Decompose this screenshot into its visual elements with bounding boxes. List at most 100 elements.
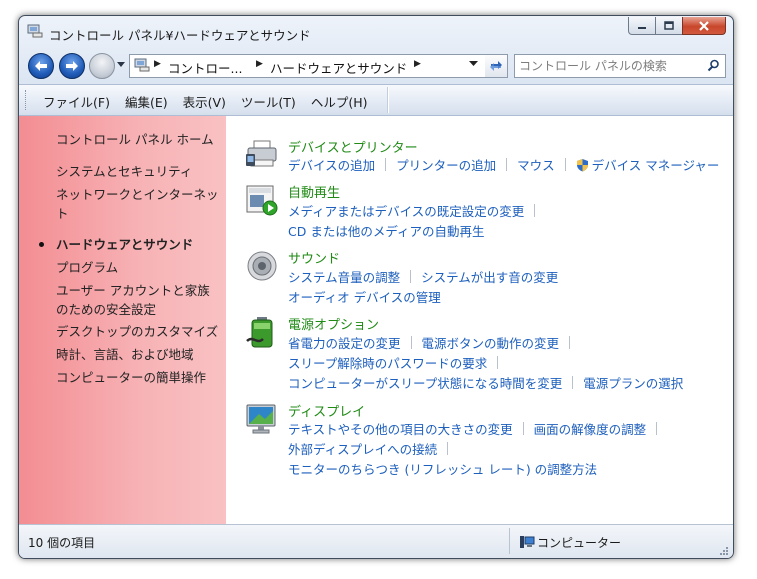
task-row: CD または他のメディアの自動再生	[288, 221, 484, 240]
sidebar-item-control-panel-home[interactable]: コントロール パネル ホーム	[56, 130, 221, 149]
task-choose-power-plan[interactable]: 電源プランの選択	[583, 373, 683, 392]
menu-file[interactable]: ファイル(F)	[43, 92, 110, 111]
separator	[656, 422, 658, 435]
separator	[506, 158, 508, 171]
task-change-text-size[interactable]: テキストやその他の項目の大きさの変更	[288, 419, 513, 438]
window-title: コントロール パネル¥ハードウェアとサウンド	[49, 28, 311, 43]
task-device-manager[interactable]: デバイス マネージャー	[592, 155, 720, 174]
task-manage-audio-devices[interactable]: オーディオ デバイスの管理	[288, 287, 441, 306]
autoplay-icon[interactable]	[245, 183, 279, 217]
item-count: 10 個の項目	[28, 536, 96, 550]
forward-button[interactable]	[59, 53, 85, 79]
category-devices-printers[interactable]: デバイスとプリンター	[288, 137, 418, 156]
menu-tools[interactable]: ツール(T)	[241, 92, 296, 111]
devices-printers-icon[interactable]	[245, 137, 279, 171]
category-autoplay[interactable]: 自動再生	[288, 182, 340, 201]
task-row: コンピューターがスリープ状態になる時間を変更 電源プランの選択	[288, 373, 683, 392]
task-change-power-buttons[interactable]: 電源ボタンの動作の変更	[422, 333, 560, 352]
task-change-default-media[interactable]: メディアまたはデバイスの既定設定の変更	[288, 201, 524, 220]
sidebar-item-network-internet[interactable]: ネットワークとインターネット	[56, 185, 221, 223]
menu-bar-end	[387, 87, 389, 113]
menu-edit[interactable]: 編集(E)	[125, 92, 168, 111]
separator	[447, 442, 449, 455]
search-icon[interactable]	[707, 59, 720, 72]
search-box[interactable]	[514, 54, 726, 78]
task-change-system-sounds[interactable]: システムが出す音の変更	[421, 267, 558, 286]
recent-pages-button[interactable]	[89, 53, 115, 79]
menu-grip	[25, 90, 29, 110]
task-add-device[interactable]: デバイスの追加	[288, 155, 375, 174]
maximize-button[interactable]	[655, 17, 683, 35]
separator	[385, 158, 387, 171]
task-row: オーディオ デバイスの管理	[288, 287, 441, 306]
refresh-icon	[490, 61, 502, 71]
recent-pages-dropdown-icon[interactable]	[117, 62, 125, 68]
sidebar-item-programs[interactable]: プログラム	[56, 258, 221, 277]
task-mouse[interactable]: マウス	[517, 155, 555, 174]
explorer-window: コントロール パネル¥ハードウェアとサウンド ▶ コントロー... ▶ ハードウ…	[18, 15, 734, 559]
forward-arrow-icon	[66, 61, 78, 71]
task-row: 省電力の設定の変更 電源ボタンの動作の変更	[288, 333, 580, 352]
separator	[410, 336, 412, 349]
separator	[564, 158, 566, 171]
sidebar-item-system-security[interactable]: システムとセキュリティ	[56, 162, 221, 181]
sidebar-item-appearance[interactable]: デスクトップのカスタマイズ	[56, 322, 221, 341]
minimize-button[interactable]	[628, 17, 656, 35]
task-refresh-rate[interactable]: モニターのちらつき (リフレッシュ レート) の調整方法	[288, 459, 597, 478]
display-icon[interactable]	[245, 402, 279, 436]
breadcrumb-hardware-sound[interactable]: ハードウェアとサウンド	[270, 58, 407, 77]
close-button[interactable]	[682, 17, 726, 35]
task-adjust-volume[interactable]: システム音量の調整	[288, 267, 400, 286]
sidebar-item-hardware-sound: ハードウェアとサウンド	[56, 237, 194, 252]
breadcrumb-control-panel[interactable]: コントロー...	[168, 58, 242, 77]
title-bar[interactable]: コントロール パネル¥ハードウェアとサウンド	[19, 16, 733, 48]
separator	[569, 336, 571, 349]
status-bar: 10 個の項目 コンピューター	[19, 524, 733, 558]
sidebar-item-ease-of-access[interactable]: コンピューターの簡単操作	[56, 368, 221, 387]
minimize-icon	[638, 26, 646, 29]
maximize-icon	[664, 21, 674, 30]
task-add-printer[interactable]: プリンターの追加	[396, 155, 496, 174]
task-autoplay-cd[interactable]: CD または他のメディアの自動再生	[288, 221, 484, 240]
task-row: メディアまたはデバイスの既定設定の変更	[288, 201, 545, 220]
category-sound[interactable]: サウンド	[288, 248, 340, 267]
refresh-button[interactable]	[485, 54, 508, 78]
breadcrumb-separator-icon[interactable]: ▶	[154, 59, 161, 69]
task-adjust-resolution[interactable]: 画面の解像度の調整	[534, 419, 647, 438]
caption-buttons	[628, 17, 726, 35]
search-input[interactable]	[517, 56, 701, 76]
menu-view[interactable]: 表示(V)	[183, 92, 226, 111]
task-row: テキストやその他の項目の大きさの変更 画面の解像度の調整	[288, 419, 667, 438]
separator	[410, 270, 412, 283]
speaker-icon[interactable]	[245, 249, 279, 283]
task-require-password-wake[interactable]: スリープ解除時のパスワードの要求	[288, 353, 487, 372]
breadcrumb-separator-icon[interactable]: ▶	[414, 59, 421, 69]
status-divider	[509, 528, 510, 554]
control-panel-icon	[27, 24, 43, 38]
uac-shield-icon	[576, 158, 588, 171]
separator	[534, 204, 536, 217]
back-button[interactable]	[28, 53, 54, 79]
breadcrumb-separator-icon[interactable]: ▶	[256, 59, 263, 69]
menu-help[interactable]: ヘルプ(H)	[311, 92, 368, 111]
content-area: コントロール パネル ホーム システムとセキュリティ ネットワークとインターネッ…	[19, 116, 733, 524]
menu-bar: ファイル(F) 編集(E) 表示(V) ツール(T) ヘルプ(H)	[19, 84, 733, 116]
sidebar-item-user-accounts[interactable]: ユーザー アカウントと家族のための安全設定	[56, 281, 221, 319]
category-display[interactable]: ディスプレイ	[288, 401, 365, 420]
task-connect-external-display[interactable]: 外部ディスプレイへの接続	[288, 439, 437, 458]
status-location: コンピューター	[537, 536, 622, 550]
address-control-panel-icon	[134, 58, 150, 72]
sidebar: コントロール パネル ホーム システムとセキュリティ ネットワークとインターネッ…	[19, 116, 226, 524]
task-change-power-saving[interactable]: 省電力の設定の変更	[288, 333, 401, 352]
sidebar-item-clock-language[interactable]: 時計、言語、および地域	[56, 345, 221, 364]
address-bar[interactable]: ▶ コントロー... ▶ ハードウェアとサウンド ▶	[129, 54, 487, 78]
battery-icon[interactable]	[245, 315, 279, 349]
category-power-options[interactable]: 電源オプション	[288, 314, 379, 333]
separator	[522, 422, 524, 435]
resize-grip-icon[interactable]	[719, 546, 729, 556]
back-arrow-icon	[35, 61, 47, 71]
task-row: デバイスの追加 プリンターの追加 マウス デバイス マネージャー	[288, 155, 719, 174]
address-dropdown-icon[interactable]	[469, 61, 478, 67]
task-row: モニターのちらつき (リフレッシュ レート) の調整方法	[288, 459, 597, 478]
task-change-sleep-time[interactable]: コンピューターがスリープ状態になる時間を変更	[288, 373, 562, 392]
